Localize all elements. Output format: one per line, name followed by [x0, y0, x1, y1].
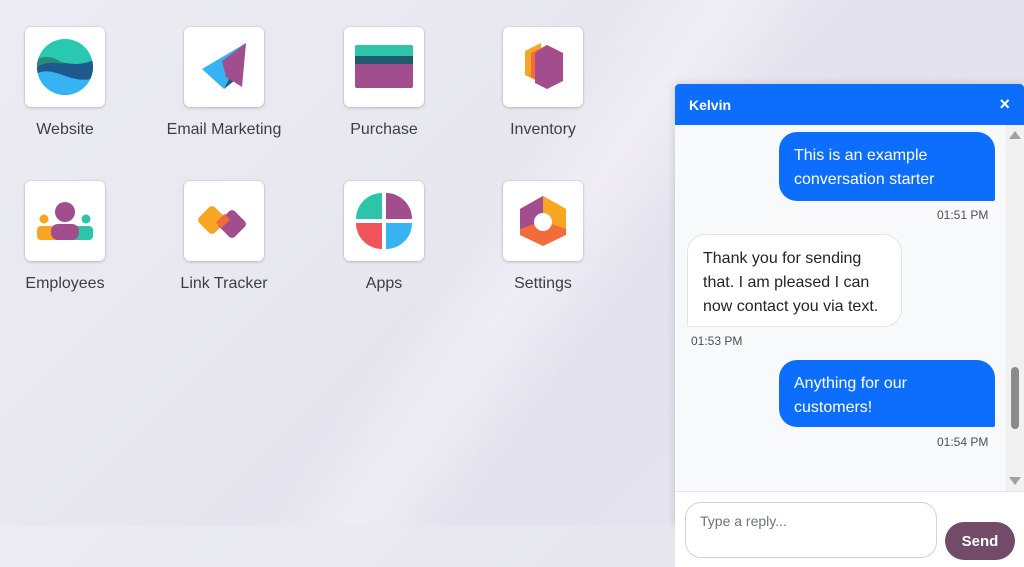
apps-tile[interactable] — [344, 181, 424, 261]
chat-footer: Send — [675, 491, 1024, 567]
message-incoming: Thank you for sending that. I am pleased… — [687, 234, 902, 327]
email-marketing-tile[interactable] — [184, 27, 264, 107]
scrollbar-thumb[interactable] — [1011, 367, 1019, 429]
apps-icon — [356, 193, 412, 249]
purchase-tile[interactable] — [344, 27, 424, 107]
app-label-employees: Employees — [25, 275, 105, 292]
chat-header: Kelvin × — [675, 84, 1024, 125]
message-text: This is an example conversation starter — [794, 147, 935, 188]
link-tracker-tile[interactable] — [184, 181, 264, 261]
scroll-up-arrow-icon[interactable] — [1009, 131, 1021, 139]
app-label-inventory: Inventory — [510, 121, 576, 138]
app-label-settings: Settings — [514, 275, 572, 292]
app-employees[interactable]: Employees — [0, 181, 145, 293]
inventory-tile[interactable] — [503, 27, 583, 107]
app-link-tracker[interactable]: Link Tracker — [144, 181, 304, 293]
scroll-down-arrow-icon[interactable] — [1009, 477, 1021, 485]
message-text: Anything for our customers! — [794, 375, 907, 416]
app-email-marketing[interactable]: Email Marketing — [144, 27, 304, 139]
website-icon — [37, 39, 93, 95]
employees-tile[interactable] — [25, 181, 105, 261]
message-time: 01:54 PM — [937, 435, 989, 449]
app-label-link-tracker: Link Tracker — [180, 275, 268, 292]
inventory-icon — [525, 43, 563, 89]
app-inventory[interactable]: Inventory — [463, 27, 623, 139]
chat-scrollbar[interactable] — [1006, 125, 1024, 491]
link-tracker-icon — [198, 206, 246, 238]
settings-icon — [520, 196, 566, 246]
message-time: 01:53 PM — [691, 334, 743, 348]
email-marketing-icon — [202, 43, 246, 89]
app-label-website: Website — [36, 121, 94, 138]
app-purchase[interactable]: Purchase — [304, 27, 464, 139]
reply-input[interactable] — [685, 502, 937, 558]
app-website[interactable]: Website — [0, 27, 145, 139]
app-label-email-marketing: Email Marketing — [166, 121, 282, 138]
purchase-icon — [355, 45, 413, 88]
app-settings[interactable]: Settings — [463, 181, 623, 293]
send-button[interactable]: Send — [945, 522, 1015, 560]
message-outgoing: Anything for our customers! — [779, 360, 995, 427]
chat-messages[interactable]: This is an example conversation starter … — [675, 125, 1024, 491]
message-outgoing: This is an example conversation starter — [779, 132, 995, 201]
website-tile[interactable] — [25, 27, 105, 107]
employees-icon — [37, 202, 93, 240]
chat-window: Kelvin × This is an example conversation… — [675, 84, 1024, 567]
chat-title: Kelvin — [689, 96, 732, 113]
settings-tile[interactable] — [503, 181, 583, 261]
close-icon[interactable]: × — [999, 94, 1010, 115]
app-label-apps: Apps — [365, 275, 403, 292]
message-text: Thank you for sending that. I am pleased… — [703, 250, 879, 315]
app-apps[interactable]: Apps — [304, 181, 464, 293]
message-time: 01:51 PM — [937, 208, 989, 222]
app-label-purchase: Purchase — [350, 121, 418, 138]
